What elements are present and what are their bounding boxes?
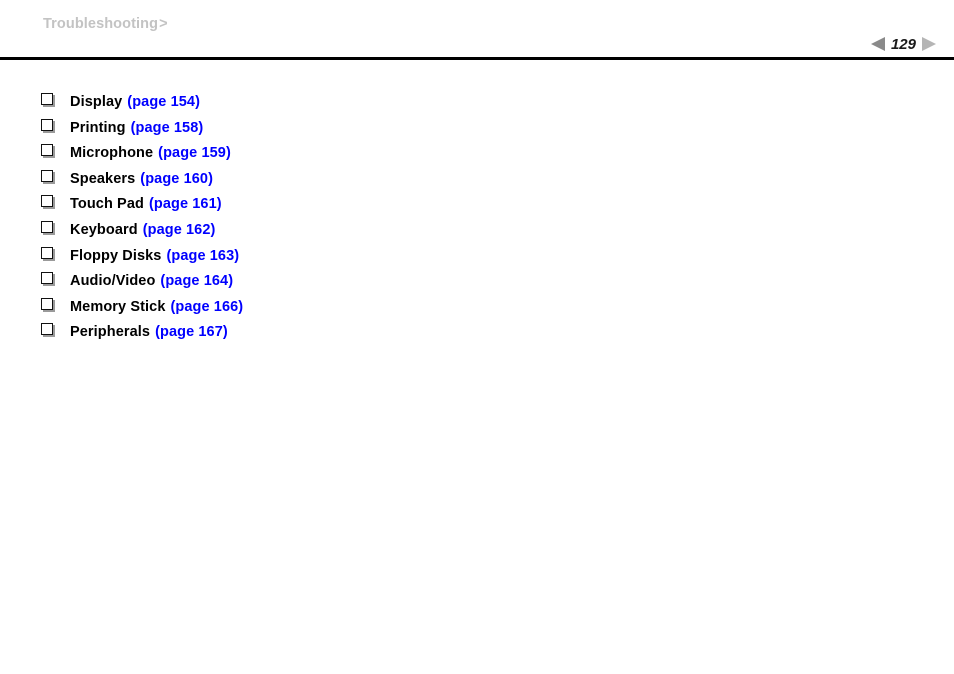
troubleshooting-topic-list: Display (page 154) Printing (page 158) M… [0, 93, 954, 350]
list-item[interactable]: Keyboard (page 162) [0, 220, 954, 248]
checkbox-bullet-icon [41, 297, 53, 310]
topic-label: Audio/Video [70, 273, 156, 290]
list-item[interactable]: Memory Stick (page 166) [0, 297, 954, 325]
page-header: Troubleshooting> 129 [0, 0, 954, 58]
checkbox-bullet-icon [41, 118, 53, 131]
page-link[interactable]: (page 159) [158, 145, 231, 161]
list-item[interactable]: Touch Pad (page 161) [0, 195, 954, 222]
list-item[interactable]: Audio/Video (page 164) [0, 272, 954, 299]
page-number: 129 [890, 35, 916, 53]
breadcrumb-separator: > [159, 16, 168, 32]
topic-label: Microphone [70, 145, 154, 162]
page-link[interactable]: (page 154) [127, 94, 200, 110]
page-link[interactable]: (page 166) [171, 299, 244, 315]
list-item[interactable]: Microphone (page 159) [0, 144, 954, 171]
page-link[interactable]: (page 160) [140, 171, 213, 187]
triangle-left-icon[interactable] [870, 37, 885, 51]
topic-label: Memory Stick [70, 298, 166, 315]
topic-label: Printing [70, 119, 126, 136]
checkbox-bullet-icon [41, 93, 53, 105]
checkbox-bullet-icon [41, 220, 53, 233]
checkbox-bullet-icon [41, 144, 53, 157]
breadcrumb: Troubleshooting> [43, 16, 168, 32]
checkbox-bullet-icon [41, 272, 53, 285]
list-item[interactable]: Printing (page 158) [0, 118, 954, 146]
list-item[interactable]: Speakers (page 160) [0, 169, 954, 197]
page-navigator: 129 [870, 33, 936, 55]
list-item[interactable]: Display (page 154) [0, 93, 954, 120]
checkbox-bullet-icon [41, 195, 53, 208]
breadcrumb-label: Troubleshooting [43, 16, 159, 32]
topic-label: Display [70, 94, 123, 110]
page-link[interactable]: (page 163) [166, 248, 239, 264]
checkbox-bullet-icon [41, 246, 53, 259]
page-link[interactable]: (page 167) [155, 324, 228, 340]
page-link[interactable]: (page 162) [143, 222, 216, 238]
header-divider [0, 57, 954, 60]
page-link[interactable]: (page 158) [131, 120, 204, 136]
page-link[interactable]: (page 164) [160, 273, 233, 289]
list-item[interactable]: Peripherals (page 167) [0, 323, 954, 350]
topic-label: Peripherals [70, 324, 151, 341]
triangle-right-icon[interactable] [922, 37, 936, 51]
topic-label: Touch Pad [70, 196, 144, 213]
list-item[interactable]: Floppy Disks (page 163) [0, 246, 954, 274]
topic-label: Floppy Disks [70, 247, 162, 264]
topic-label: Keyboard [70, 221, 138, 238]
topic-label: Speakers [70, 170, 136, 187]
checkbox-bullet-icon [41, 323, 53, 336]
page-link[interactable]: (page 161) [149, 196, 222, 212]
checkbox-bullet-icon [41, 169, 53, 182]
